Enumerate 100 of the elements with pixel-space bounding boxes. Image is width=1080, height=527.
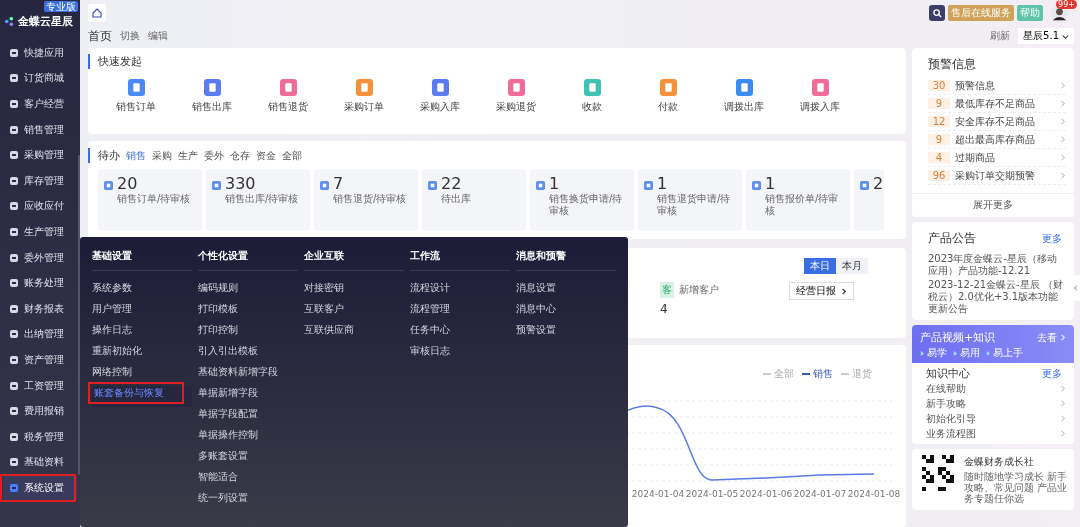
menu-item[interactable]: 打印模板 — [198, 302, 298, 323]
more-link[interactable]: 更多 — [1042, 366, 1062, 381]
sidebar-item[interactable]: 系统设置 — [3, 475, 77, 501]
sidebar-item[interactable]: 工资管理 — [3, 372, 77, 399]
sidebar-item[interactable]: 账务处理 — [3, 270, 77, 296]
menu-item[interactable]: 互联客户 — [304, 302, 404, 323]
refresh-link[interactable]: 刷新 — [990, 29, 1011, 43]
todo-item[interactable]: 22 待出库 — [422, 169, 526, 231]
sidebar-item[interactable]: 费用报销 — [3, 398, 77, 424]
home-button[interactable] — [88, 4, 106, 22]
promo-banner[interactable]: 产品视频+知识 去看 易学 易用 易上手 — [912, 325, 1074, 363]
sidebar-item[interactable]: 资产管理 — [3, 347, 77, 373]
menu-item[interactable]: 用户管理 — [92, 302, 192, 323]
todo-tab[interactable]: 委外 — [204, 148, 224, 163]
module-icon — [9, 303, 19, 314]
menu-item[interactable]: 统一列设置 — [198, 491, 298, 512]
todo-tab[interactable]: 销售 — [126, 148, 146, 163]
quick-action[interactable]: 收款 — [554, 79, 630, 114]
alert-item[interactable]: 30 预警信息 — [928, 77, 1066, 95]
period-tab[interactable]: 本月 — [836, 258, 868, 274]
menu-item[interactable]: 系统参数 — [92, 281, 192, 302]
menu-item[interactable]: 消息中心 — [516, 302, 616, 323]
sidebar-item[interactable]: 销售管理 — [3, 116, 77, 143]
sidebar-item[interactable]: 生产管理 — [3, 219, 77, 245]
todo-item[interactable]: 20 销售订单/待审核 — [98, 169, 202, 231]
todo-tab[interactable]: 采购 — [152, 148, 172, 163]
alert-item[interactable]: 9 最低库存不足商品 — [928, 95, 1066, 113]
todo-item[interactable]: 1 销售退货申请/待审核 — [638, 169, 742, 231]
todo-item[interactable]: 330 销售出库/待审核 — [206, 169, 310, 231]
period-tab[interactable]: 本日 — [804, 258, 836, 274]
menu-item[interactable]: 编码规则 — [198, 281, 298, 302]
todo-tab[interactable]: 仓存 — [230, 148, 250, 163]
quick-action[interactable]: 销售退货 — [250, 79, 326, 114]
menu-item[interactable]: 单据新增字段 — [198, 386, 298, 407]
menu-item[interactable]: 打印控制 — [198, 323, 298, 344]
menu-item[interactable]: 引入引出模板 — [198, 344, 298, 365]
sidebar-item[interactable]: 税务管理 — [3, 423, 77, 450]
menu-item[interactable]: 任务中心 — [410, 323, 510, 344]
menu-item[interactable]: 流程管理 — [410, 302, 510, 323]
sidebar-item[interactable]: 库存管理 — [3, 167, 77, 194]
sidebar-item[interactable]: 基础资料 — [3, 449, 77, 476]
menu-item[interactable]: 重新初始化 — [92, 344, 192, 365]
quick-action[interactable]: 采购退货 — [478, 79, 554, 114]
quick-action[interactable]: 采购订单 — [326, 79, 402, 114]
menu-item[interactable]: 操作日志 — [92, 323, 192, 344]
menu-item[interactable]: 账套备份与恢复 — [92, 386, 192, 407]
version-dropdown[interactable]: 星辰5.1 — [1018, 28, 1074, 44]
menu-item[interactable]: 单据字段配置 — [198, 407, 298, 428]
search-button[interactable] — [929, 5, 945, 21]
menu-item[interactable]: 消息设置 — [516, 281, 616, 302]
menu-item[interactable]: 网络控制 — [92, 365, 192, 386]
alert-item[interactable]: 12 安全库存不足商品 — [928, 113, 1066, 131]
menu-item[interactable]: 流程设计 — [410, 281, 510, 302]
quick-action[interactable]: 销售订单 — [98, 79, 174, 114]
knowledge-item[interactable]: 业务流程图 — [926, 426, 1066, 441]
sidebar-item[interactable]: 采购管理 — [3, 142, 77, 168]
sidebar-item[interactable]: 委外管理 — [3, 244, 77, 271]
sidebar-item[interactable]: 客户经营 — [3, 91, 77, 117]
knowledge-item[interactable]: 新手攻略 — [926, 396, 1066, 411]
menu-item[interactable]: 智能适合 — [198, 470, 298, 491]
todo-item[interactable]: 1 销售换货申请/待审核 — [530, 169, 634, 231]
alert-item[interactable]: 96 采购订单交期预警 — [928, 167, 1066, 185]
switch-link[interactable]: 切换 — [120, 29, 140, 43]
collapse-handle[interactable] — [1072, 275, 1080, 301]
knowledge-item[interactable]: 初始化引导 — [926, 411, 1066, 426]
quick-action[interactable]: 采购入库 — [402, 79, 478, 114]
todo-tab[interactable]: 全部 — [282, 148, 302, 163]
daily-report-button[interactable]: 经营日报 — [789, 282, 854, 300]
module-icon — [9, 175, 19, 186]
menu-item[interactable]: 预警设置 — [516, 323, 616, 344]
sidebar-item[interactable]: 财务报表 — [3, 295, 77, 322]
knowledge-item[interactable]: 在线帮助 — [926, 381, 1066, 396]
todo-item[interactable]: 1 销售报价单/待审核 — [746, 169, 850, 231]
menu-item[interactable]: 基础资料新增字段 — [198, 365, 298, 386]
menu-item[interactable]: 审核日志 — [410, 344, 510, 365]
todo-tab[interactable]: 资金 — [256, 148, 276, 163]
alert-item[interactable]: 9 超出最高库存商品 — [928, 131, 1066, 149]
todo-item[interactable]: 7 销售退货/待审核 — [314, 169, 418, 231]
notice-link[interactable]: 2023年度金蝶云-星辰（移动应用）产品功能-12.21 — [928, 253, 1066, 277]
edit-link[interactable]: 编辑 — [148, 29, 168, 43]
quick-action[interactable]: 调拨入库 — [782, 79, 858, 114]
sidebar-item[interactable]: 出纳管理 — [3, 321, 77, 348]
sidebar-item[interactable]: 快捷应用 — [3, 40, 77, 66]
menu-item[interactable]: 互联供应商 — [304, 323, 404, 344]
sidebar-item[interactable]: 订货商城 — [3, 65, 77, 92]
legend-item[interactable]: 销售 — [802, 367, 833, 381]
menu-item[interactable]: 单据操作控制 — [198, 428, 298, 449]
more-link[interactable]: 更多 — [1042, 232, 1062, 246]
menu-item[interactable]: 对接密钥 — [304, 281, 404, 302]
quick-action[interactable]: 付款 — [630, 79, 706, 114]
quick-action[interactable]: 调拨出库 — [706, 79, 782, 114]
quick-action[interactable]: 销售出库 — [174, 79, 250, 114]
notice-link[interactable]: 2023-12-21金蝶云-星辰 （财税云）2.0优化+3.1版本功能更新公告 — [928, 279, 1066, 315]
menu-item[interactable]: 多账套设置 — [198, 449, 298, 470]
alert-item[interactable]: 4 过期商品 — [928, 149, 1066, 167]
expand-more-link[interactable]: 展开更多 — [912, 193, 1074, 212]
chevron-right-icon — [1059, 82, 1066, 89]
todo-tab[interactable]: 生产 — [178, 148, 198, 163]
sidebar-item[interactable]: 应收应付 — [3, 193, 77, 220]
todo-item[interactable]: 2 — [854, 169, 884, 231]
